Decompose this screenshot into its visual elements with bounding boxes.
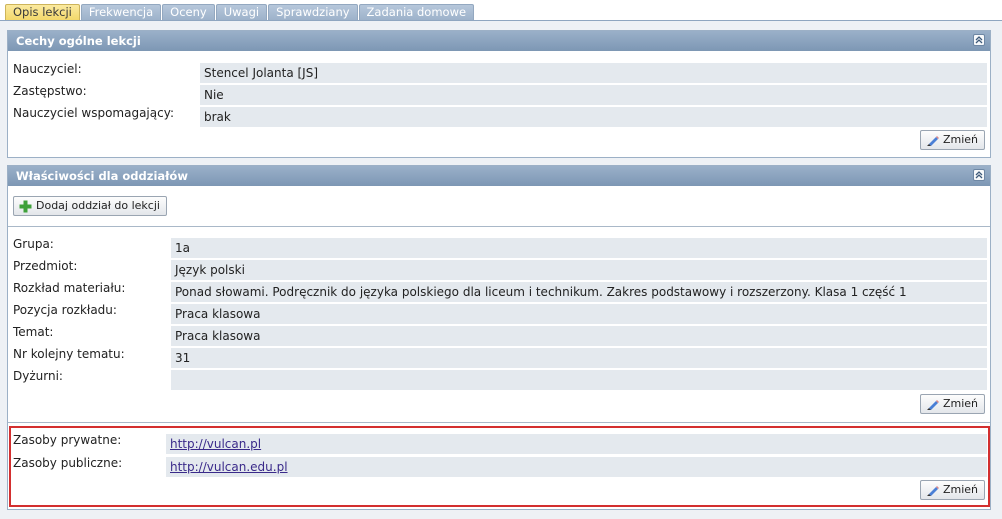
field-label: Dyżurni: [13,369,63,383]
edit-button-label: Zmień [942,133,978,146]
field-label: Grupa: [13,237,54,251]
field-label: Zasoby prywatne: [13,433,122,447]
field-label: Nauczyciel: [13,62,82,76]
tab-opis-lekcji[interactable]: Opis lekcji [5,4,80,20]
edit-button[interactable]: Zmień [919,130,985,152]
tab-zadania-domowe[interactable]: Zadania domowe [358,4,475,20]
divider [8,226,990,227]
edit-button-label: Zmień [942,397,978,410]
field-value: brak [200,107,987,127]
field-value: Nie [200,85,987,105]
field-assistant-teacher: Nauczyciel wspomagający: brak [13,105,987,127]
field-label: Pozycja rozkładu: [13,303,117,317]
edit-resources-button[interactable]: Zmień [919,480,985,502]
private-resources-link[interactable]: http://vulcan.pl [170,437,261,451]
field-value: 1a [171,238,987,258]
field-label: Zasoby publiczne: [13,456,123,470]
field-label: Rozkład materiału: [13,281,126,295]
tab-frekwencja[interactable]: Frekwencja [80,4,162,20]
field-value: Stencel Jolanta [JS] [200,63,987,83]
pencil-icon [926,134,940,152]
edit-button[interactable]: Zmień [919,394,985,416]
field-value: 31 [171,348,987,368]
add-class-button-label: Dodaj oddział do lekcji [36,199,160,212]
field-value: http://vulcan.pl [166,434,987,454]
tab-content-area: Cechy ogólne lekcji Nauczyciel: Stencel … [0,21,1002,519]
field-subject: Przedmiot: Język polski [13,258,987,280]
field-group: Grupa: 1a [13,236,987,258]
panel-header: Właściwości dla oddziałów [8,166,990,186]
plus-icon [19,200,32,219]
panel-general-features: Cechy ogólne lekcji Nauczyciel: Stencel … [7,30,991,158]
field-topic-number: Nr kolejny tematu: 31 [13,346,987,368]
panel-header: Cechy ogólne lekcji [8,31,990,51]
public-resources-link[interactable]: http://vulcan.edu.pl [170,460,288,474]
field-value: Ponad słowami. Podręcznik do języka pols… [171,282,987,302]
tab-uwagi[interactable]: Uwagi [215,4,268,20]
collapse-icon[interactable] [973,169,985,181]
field-substitution: Zastępstwo: Nie [13,83,987,105]
field-value: Praca klasowa [171,326,987,346]
panel-title: Właściwości dla oddziałów [16,169,188,183]
field-label: Temat: [13,325,54,339]
tab-bar: Opis lekcji Frekwencja Oceny Uwagi Spraw… [5,4,475,20]
field-public-resources: Zasoby publiczne: http://vulcan.edu.pl [13,455,987,477]
field-duty-students: Dyżurni: [13,368,987,390]
pencil-icon [926,398,940,416]
field-teacher: Nauczyciel: Stencel Jolanta [JS] [13,61,987,83]
field-value: Praca klasowa [171,304,987,324]
field-value: http://vulcan.edu.pl [166,457,987,477]
add-class-button[interactable]: Dodaj oddział do lekcji [13,196,167,216]
field-curriculum: Rozkład materiału: Ponad słowami. Podręc… [13,280,987,302]
pencil-icon [926,484,940,502]
field-topic: Temat: Praca klasowa [13,324,987,346]
field-value: Język polski [171,260,987,280]
field-label: Przedmiot: [13,259,78,273]
field-label: Zastępstwo: [13,84,87,98]
field-value [171,370,987,390]
panel-title: Cechy ogólne lekcji [16,34,141,48]
field-label: Nr kolejny tematu: [13,347,125,361]
field-private-resources: Zasoby prywatne: http://vulcan.pl [13,432,987,454]
field-label: Nauczyciel wspomagający: [13,106,174,120]
collapse-icon[interactable] [973,34,985,46]
divider [8,422,990,423]
tab-oceny[interactable]: Oceny [162,4,215,20]
tab-sprawdziany[interactable]: Sprawdziany [268,4,358,20]
panel-class-properties: Właściwości dla oddziałów Dodaj oddział … [7,165,991,510]
edit-button-label: Zmień [942,483,978,496]
field-curriculum-position: Pozycja rozkładu: Praca klasowa [13,302,987,324]
